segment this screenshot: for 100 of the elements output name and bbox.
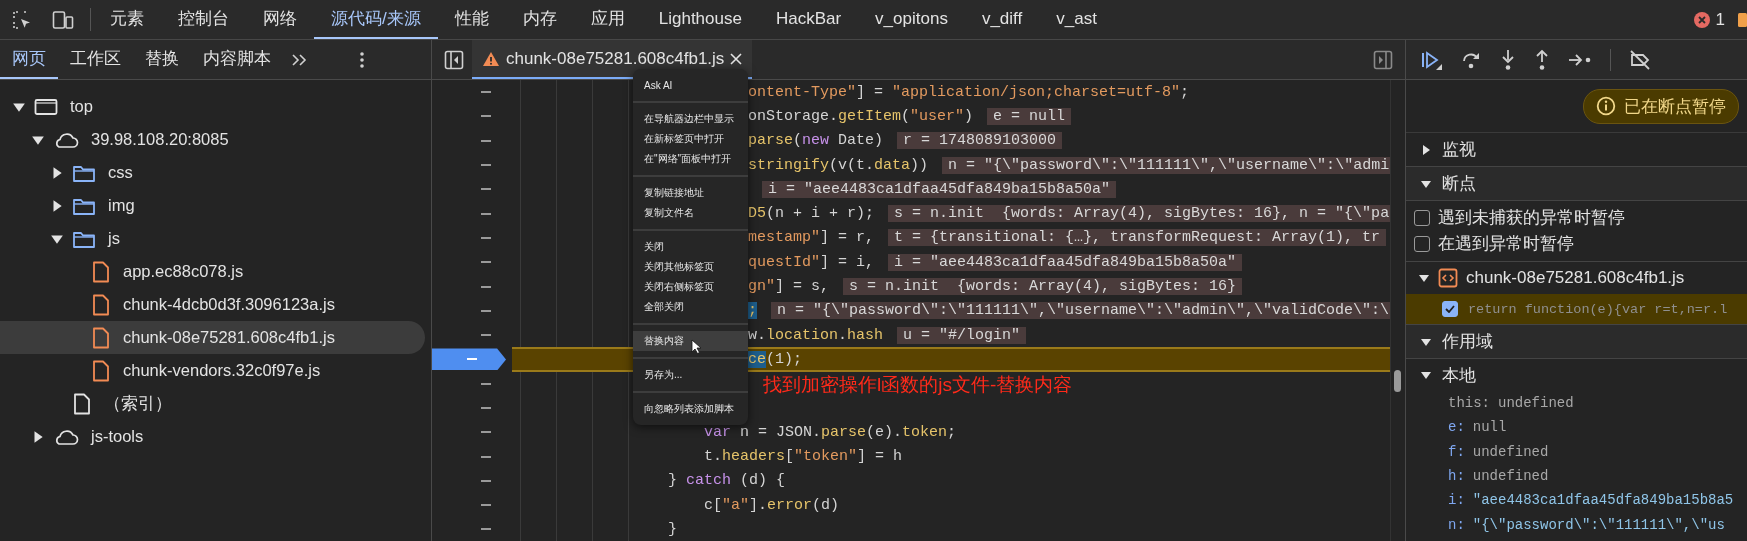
close-icon[interactable] <box>730 52 743 65</box>
disclosure-triangle-icon[interactable] <box>1420 143 1432 156</box>
inspect-icon[interactable] <box>12 9 32 30</box>
file-tab[interactable]: chunk-08e75281.608c4fb1.js <box>472 40 753 79</box>
code-text: mestamp"] = r, <box>748 229 875 247</box>
checkbox-label: 在遇到异常时暂停 <box>1438 233 1574 254</box>
panel-tab[interactable]: 元素 <box>93 0 161 39</box>
panel-toggle-icon[interactable] <box>1373 49 1393 70</box>
navigator-tab[interactable]: 网页 <box>0 40 58 79</box>
more-icon[interactable] <box>359 50 365 69</box>
code-text: onStorage.getItem("user") <box>748 107 974 125</box>
scope-variable[interactable]: e: null <box>1406 415 1747 440</box>
scope-variable[interactable]: h: undefined <box>1406 463 1747 489</box>
inline-value: i = "aee4483ca1dfaa45dfa849ba15b8a50a" <box>888 253 1243 271</box>
file-icon <box>91 326 111 349</box>
navigator-tab[interactable]: 工作区 <box>58 40 133 79</box>
tree-item[interactable]: （索引） <box>0 387 425 420</box>
panel-tab[interactable]: v_opitons <box>858 0 965 39</box>
panel-tab[interactable]: 内存 <box>505 0 574 39</box>
inline-value: s = n.init {words: Array(4), sigBytes: 16}, n = "{\"pa <box>888 205 1390 223</box>
tree-label: chunk-08e75281.608c4fb1.js <box>123 328 335 347</box>
frame-icon <box>34 97 58 116</box>
step-out-icon[interactable] <box>1534 48 1550 71</box>
menu-item[interactable]: 在"网络"面板中打开 <box>633 149 748 169</box>
code-text: ontent-Type"] = "application/json;charset=utf-8"; <box>748 83 1190 101</box>
code-text: ce(1); <box>748 350 803 368</box>
more-tabs-icon[interactable] <box>291 52 309 67</box>
section-title: 断点 <box>1442 173 1476 195</box>
deactivate-breakpoints-icon[interactable] <box>1629 49 1651 70</box>
menu-item[interactable]: 复制链接地址 <box>633 183 748 203</box>
menu-item[interactable]: 全部关闭 <box>633 297 748 317</box>
section-header[interactable]: 断点 <box>1406 167 1747 201</box>
execution-marker[interactable] <box>432 348 506 371</box>
panel-tab[interactable]: 网络 <box>246 0 314 39</box>
scope-variable[interactable]: n: "{\"password\":\"111111\",\"us <box>1406 512 1747 537</box>
disclosure-triangle-icon[interactable] <box>1420 369 1432 381</box>
menu-item[interactable]: 关闭其他标签页 <box>633 257 748 277</box>
inline-value: t = {transitional: {…}, transformRequest: Array(1), tr <box>888 229 1387 247</box>
tree-label: img <box>108 196 135 215</box>
panel-tab[interactable]: 应用 <box>573 0 642 39</box>
navigator-tab[interactable]: 替换 <box>133 40 191 79</box>
scope-group[interactable]: 本地 <box>1406 359 1747 391</box>
cloud-icon <box>53 130 79 149</box>
inline-value: e = null <box>987 107 1072 125</box>
resume-icon[interactable] <box>1420 49 1442 70</box>
status-text: 已在断点暂停 <box>1624 95 1726 118</box>
section-title: 监视 <box>1442 139 1476 161</box>
panel-tab[interactable]: 控制台 <box>161 0 246 39</box>
inline-value: n = "{\"password\":\"111111\",\"username\":\"admi <box>942 156 1390 174</box>
tree-item[interactable]: app.ec88c078.js <box>0 255 425 288</box>
sidebar-toggle-icon[interactable] <box>444 49 464 70</box>
tree-item[interactable]: chunk-vendors.32c0f97e.js <box>0 354 425 387</box>
tree-item[interactable]: chunk-4dcb0d3f.3096123a.js <box>0 288 425 321</box>
checkbox-label: 遇到未捕获的异常时暂停 <box>1438 207 1625 228</box>
panel-tab[interactable]: 性能 <box>437 0 506 39</box>
panel-tab[interactable]: HackBar <box>758 0 859 39</box>
inline-value: i = "aee4483ca1dfaa45dfa849ba15b8a50a" <box>762 180 1117 198</box>
checkbox[interactable] <box>1442 301 1458 317</box>
code-text: c["a"].error(d) <box>704 496 840 514</box>
scope-variable[interactable]: this: undefined <box>1406 391 1747 416</box>
section-header[interactable]: 作用域 <box>1406 325 1747 359</box>
step-icon[interactable] <box>1568 51 1592 68</box>
inline-value: u = "#/login" <box>897 326 1027 344</box>
menu-item[interactable]: 替换内容 <box>633 331 748 351</box>
tree-item[interactable]: chunk-08e75281.608c4fb1.js <box>0 321 425 354</box>
menu-item[interactable]: 在导航器边栏中显示 <box>633 109 748 129</box>
tree-item[interactable]: css <box>0 156 425 189</box>
tree-item[interactable]: js <box>0 222 425 255</box>
panel-tab[interactable]: v_ast <box>1039 0 1114 39</box>
menu-item[interactable]: 向忽略列表添加脚本 <box>633 399 748 419</box>
step-into-icon[interactable] <box>1500 48 1516 71</box>
inline-value: r = 1748089103000 <box>897 132 1063 150</box>
tree-item[interactable]: 39.98.108.20:8085 <box>0 123 425 156</box>
disclosure-triangle-icon[interactable] <box>1418 272 1430 284</box>
panel-tab[interactable]: v_diff <box>964 0 1040 39</box>
panel-tab[interactable]: Lighthouse <box>641 0 759 39</box>
checkbox[interactable] <box>1414 236 1430 252</box>
scope-variable[interactable]: f: undefined <box>1406 439 1747 464</box>
tree-item[interactable]: js-tools <box>0 420 425 453</box>
menu-item[interactable]: 另存为... <box>633 365 748 385</box>
checkbox[interactable] <box>1414 210 1430 226</box>
tree-item[interactable]: img <box>0 189 425 222</box>
error-count: 1 <box>1715 9 1725 30</box>
error-icon[interactable] <box>1692 10 1711 29</box>
issue-icon[interactable] <box>1738 11 1747 28</box>
scrollbar[interactable] <box>1394 370 1401 392</box>
annotation-text: 找到加密操作l函数的js文件-替换内容 <box>763 373 1073 397</box>
menu-item[interactable]: 关闭右侧标签页 <box>633 277 748 297</box>
menu-item[interactable]: 复制文件名 <box>633 203 748 223</box>
breakpoint-code: return function(e){var r=t,n=r.l <box>1468 301 1728 317</box>
file-icon <box>91 260 111 283</box>
scope-variable[interactable]: i: "aee4483ca1dfaa45dfa849ba15b8a5 <box>1406 488 1747 513</box>
code-text: gn"] = s, <box>748 278 830 295</box>
menu-item[interactable]: 在新标签页中打开 <box>633 129 748 149</box>
cloud-icon <box>53 427 79 446</box>
menu-item[interactable]: 关闭 <box>633 237 748 257</box>
navigator-tab[interactable]: 内容脚本 <box>191 40 283 79</box>
device-icon[interactable] <box>52 9 74 30</box>
tree-item[interactable]: top <box>0 90 425 123</box>
file-icon <box>72 392 92 415</box>
